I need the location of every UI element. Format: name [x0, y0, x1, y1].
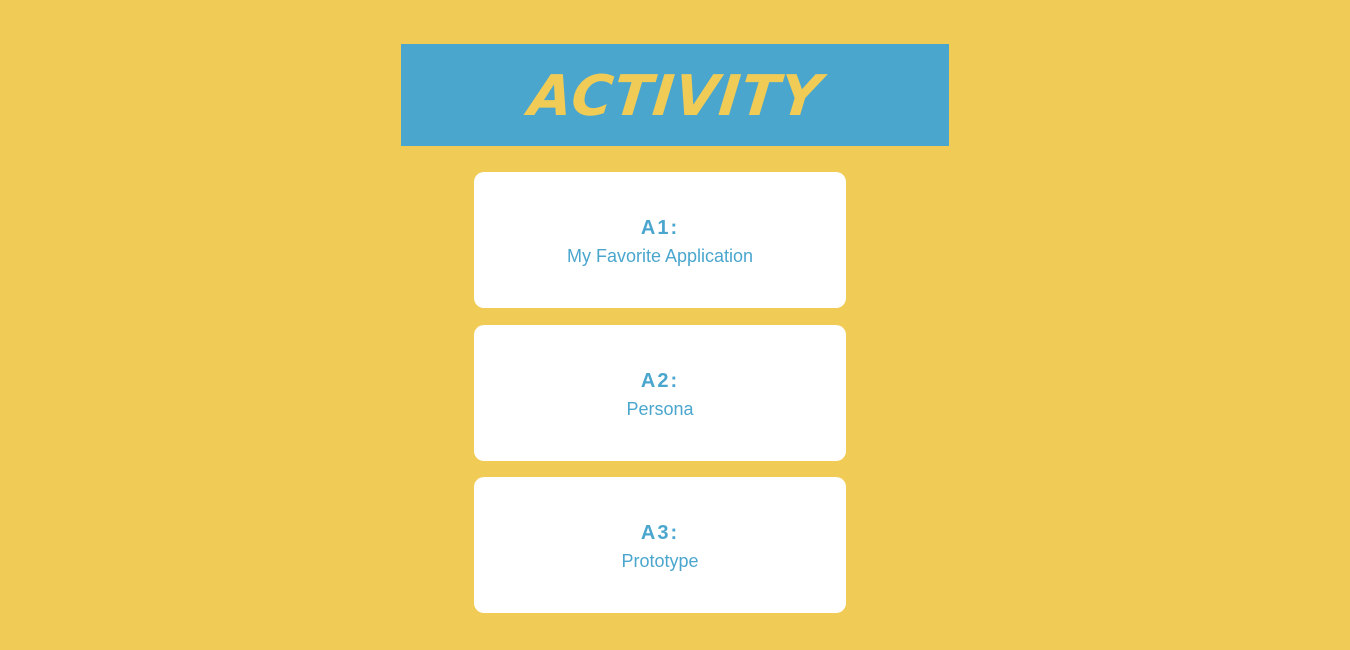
activity-card-a2[interactable]: A2: Persona: [474, 325, 846, 461]
activity-title: My Favorite Application: [566, 246, 754, 267]
activity-title: Persona: [626, 399, 694, 420]
header-banner: ACTIVITY: [401, 44, 949, 146]
activity-code: A1:: [640, 217, 680, 240]
activity-card-a3[interactable]: A3: Prototype: [474, 477, 846, 613]
activity-title: Prototype: [621, 551, 699, 572]
activity-card-a1[interactable]: A1: My Favorite Application: [474, 172, 846, 308]
activity-code: A3:: [640, 522, 680, 545]
activity-code: A2:: [640, 370, 680, 393]
page-title: ACTIVITY: [525, 64, 825, 129]
